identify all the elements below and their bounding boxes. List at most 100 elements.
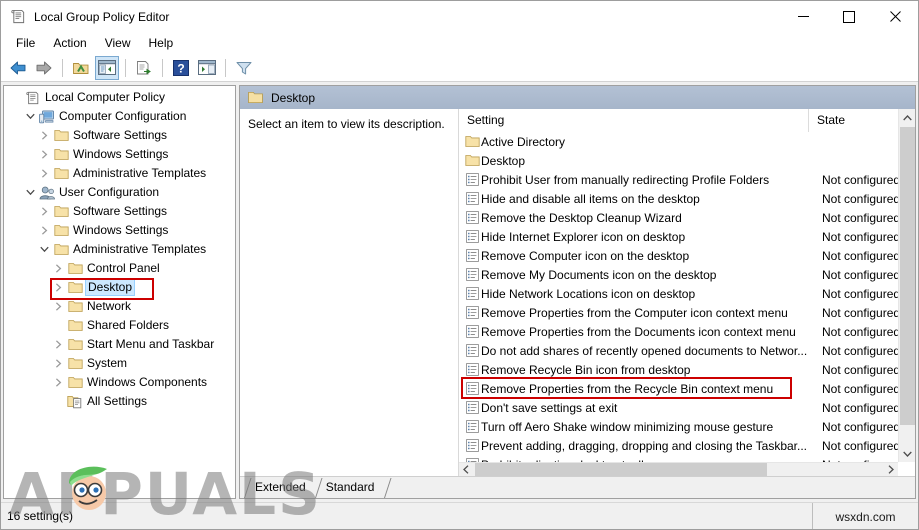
chevron-right-icon[interactable] bbox=[50, 375, 66, 391]
tree-node-all-settings[interactable]: All Settings bbox=[4, 392, 235, 411]
tree-node-network[interactable]: Network bbox=[4, 297, 235, 316]
tree-node-start-menu-and-taskbar[interactable]: Start Menu and Taskbar bbox=[4, 335, 235, 354]
tree-node-shared-folders[interactable]: Shared Folders bbox=[4, 316, 235, 335]
tree-node-windows-components[interactable]: Windows Components bbox=[4, 373, 235, 392]
chevron-right-icon[interactable] bbox=[36, 204, 52, 220]
tree-node-label: Start Menu and Taskbar bbox=[87, 337, 215, 351]
tree-node-label: Windows Settings bbox=[73, 147, 169, 161]
table-row[interactable]: Remove the Desktop Cleanup Wizard Not con… bbox=[459, 208, 915, 227]
table-row[interactable]: Remove Computer icon on the desktop Not c… bbox=[459, 246, 915, 265]
table-row[interactable]: Turn off Aero Shake window minimizing mo… bbox=[459, 417, 915, 436]
table-row[interactable]: Prohibit User from manually redirecting … bbox=[459, 170, 915, 189]
tree-node-software-settings[interactable]: Software Settings bbox=[4, 202, 235, 221]
tree-node-local-computer-policy[interactable]: Local Computer Policy bbox=[4, 88, 235, 107]
tree-node-label: Computer Configuration bbox=[59, 109, 187, 123]
folder-icon bbox=[52, 223, 70, 239]
tab-standard[interactable]: Standard bbox=[314, 478, 384, 498]
horizontal-scrollbar[interactable] bbox=[459, 462, 898, 476]
menu-item-help[interactable]: Help bbox=[140, 34, 183, 52]
chevron-right-icon[interactable] bbox=[50, 356, 66, 372]
tree-node-label: Software Settings bbox=[73, 128, 168, 142]
tree-node-windows-settings[interactable]: Windows Settings bbox=[4, 221, 235, 240]
chevron-right-icon[interactable] bbox=[50, 337, 66, 353]
table-row[interactable]: Prevent adding, dragging, dropping and c… bbox=[459, 436, 915, 455]
column-header-setting[interactable]: Setting bbox=[459, 109, 809, 132]
setting-name: Remove Computer icon on the desktop bbox=[481, 248, 690, 263]
up-one-level-icon[interactable] bbox=[69, 56, 93, 80]
chevron-right-icon[interactable] bbox=[36, 128, 52, 144]
vertical-scrollbar[interactable] bbox=[898, 109, 915, 462]
policy-setting-icon bbox=[459, 325, 481, 338]
table-row[interactable]: Remove Recycle Bin icon from desktop Not … bbox=[459, 360, 915, 379]
tree-node-administrative-templates[interactable]: Administrative Templates bbox=[4, 164, 235, 183]
scroll-up-icon[interactable] bbox=[899, 109, 915, 126]
tree-node-administrative-templates[interactable]: Administrative Templates bbox=[4, 240, 235, 259]
table-row[interactable]: Desktop bbox=[459, 151, 915, 170]
policy-setting-icon bbox=[459, 363, 481, 376]
tree-node-user-configuration[interactable]: User Configuration bbox=[4, 183, 235, 202]
folder-icon bbox=[66, 375, 84, 391]
horizontal-scroll-track[interactable] bbox=[473, 462, 884, 476]
show-hide-action-pane-icon[interactable] bbox=[195, 56, 219, 80]
policy-setting-icon bbox=[459, 211, 481, 224]
export-list-icon[interactable] bbox=[132, 56, 156, 80]
policy-setting-icon bbox=[459, 344, 481, 357]
chevron-right-icon[interactable] bbox=[50, 299, 66, 315]
table-row[interactable]: Remove Properties from the Recycle Bin c… bbox=[459, 379, 915, 398]
toolbar-separator bbox=[225, 58, 226, 77]
tree-node-control-panel[interactable]: Control Panel bbox=[4, 259, 235, 278]
chevron-down-icon[interactable] bbox=[36, 242, 52, 258]
tree-node-windows-settings[interactable]: Windows Settings bbox=[4, 145, 235, 164]
table-row[interactable]: Remove Properties from the Documents ico… bbox=[459, 322, 915, 341]
view-tabs: Extended Standard bbox=[240, 476, 915, 498]
tree-node-software-settings[interactable]: Software Settings bbox=[4, 126, 235, 145]
folder-icon bbox=[66, 356, 84, 372]
toolbar-separator bbox=[125, 58, 126, 77]
table-row[interactable]: Active Directory bbox=[459, 132, 915, 151]
table-row[interactable]: Hide Internet Explorer icon on desktop No… bbox=[459, 227, 915, 246]
menu-item-action[interactable]: Action bbox=[44, 34, 95, 52]
horizontal-scroll-thumb[interactable] bbox=[475, 462, 767, 476]
setting-name: Desktop bbox=[481, 153, 526, 168]
tab-extended[interactable]: Extended bbox=[244, 478, 315, 498]
chevron-right-icon[interactable] bbox=[36, 223, 52, 239]
table-row[interactable]: Hide Network Locations icon on desktop No… bbox=[459, 284, 915, 303]
scroll-right-icon[interactable] bbox=[884, 463, 898, 477]
chevron-right-icon[interactable] bbox=[50, 261, 66, 277]
policy-setting-icon bbox=[459, 439, 481, 452]
chevron-down-icon[interactable] bbox=[22, 109, 38, 125]
tree-node-system[interactable]: System bbox=[4, 354, 235, 373]
computer-icon bbox=[38, 109, 56, 125]
tree-node-label: System bbox=[87, 356, 128, 370]
tree-node-label: Software Settings bbox=[73, 204, 168, 218]
filter-icon[interactable] bbox=[232, 56, 256, 80]
table-row[interactable]: Remove My Documents icon on the desktop N… bbox=[459, 265, 915, 284]
settings-list-pane[interactable]: Setting State Active Directory Desktop Pro… bbox=[458, 109, 915, 476]
tree-node-computer-configuration[interactable]: Computer Configuration bbox=[4, 107, 235, 126]
table-row[interactable]: Prohibit adjusting desktop toolbarsNot c… bbox=[459, 455, 915, 462]
close-button[interactable] bbox=[872, 1, 918, 32]
vertical-scroll-thumb[interactable] bbox=[900, 127, 915, 425]
back-icon[interactable] bbox=[6, 56, 30, 80]
menu-item-file[interactable]: File bbox=[7, 34, 44, 52]
menu-item-view[interactable]: View bbox=[96, 34, 140, 52]
chevron-right-icon[interactable] bbox=[36, 147, 52, 163]
table-row[interactable]: Remove Properties from the Computer icon… bbox=[459, 303, 915, 322]
minimize-button[interactable] bbox=[780, 1, 826, 32]
show-hide-console-tree-icon[interactable] bbox=[95, 55, 119, 80]
forward-icon[interactable] bbox=[32, 56, 56, 80]
console-tree-pane[interactable]: Local Computer Policy Computer Configurat… bbox=[3, 85, 236, 499]
scroll-down-icon[interactable] bbox=[899, 445, 915, 462]
table-row[interactable]: Do not add shares of recently opened doc… bbox=[459, 341, 915, 360]
table-row[interactable]: Don't save settings at exit Not configure… bbox=[459, 398, 915, 417]
scroll-left-icon[interactable] bbox=[459, 463, 473, 477]
chevron-right-icon[interactable] bbox=[36, 166, 52, 182]
table-row[interactable]: Hide and disable all items on the deskto… bbox=[459, 189, 915, 208]
maximize-button[interactable] bbox=[826, 1, 872, 32]
help-icon[interactable]: ? bbox=[169, 56, 193, 80]
folder-icon bbox=[66, 318, 84, 334]
chevron-down-icon[interactable] bbox=[22, 185, 38, 201]
tree-node-desktop[interactable]: Desktop bbox=[4, 278, 235, 297]
chevron-right-icon[interactable] bbox=[50, 280, 66, 296]
user-icon bbox=[38, 185, 56, 201]
